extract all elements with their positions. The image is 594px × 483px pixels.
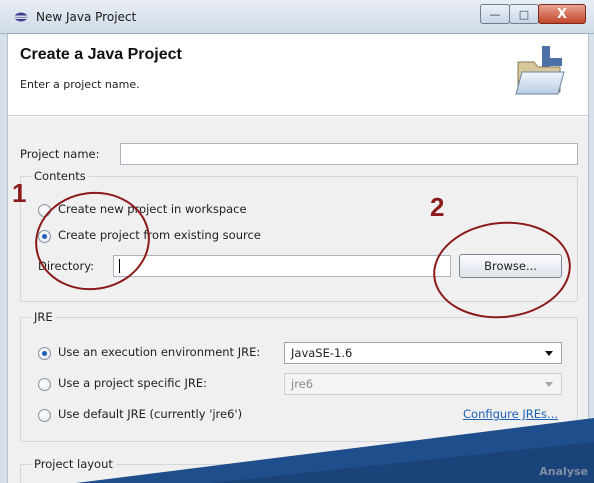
window-title: New Java Project [36, 10, 137, 24]
project-name-input[interactable] [120, 143, 578, 165]
jre-group: JRE Use an execution environment JRE: Ja… [20, 310, 578, 442]
execution-env-select[interactable]: JavaSE-1.6 [284, 342, 562, 364]
close-button[interactable]: X [538, 4, 586, 24]
window-frame-left [0, 0, 8, 483]
execution-env-value: JavaSE-1.6 [291, 346, 353, 360]
execution-env-radio[interactable] [38, 347, 51, 360]
default-jre-radio[interactable] [38, 409, 51, 422]
project-layout-group: Project layout [20, 457, 578, 483]
annotation-number-one: 1 [12, 178, 27, 208]
annotation-number-two: 2 [430, 192, 445, 222]
minimize-button[interactable]: — [480, 4, 510, 24]
chevron-down-icon [545, 351, 553, 356]
page-title: Create a Java Project [20, 46, 182, 63]
specific-jre-radio[interactable] [38, 378, 51, 391]
chevron-down-icon [545, 382, 553, 387]
maximize-button[interactable]: □ [509, 4, 539, 24]
jre-group-title: JRE [31, 310, 56, 324]
project-layout-title: Project layout [31, 457, 116, 471]
execution-env-label[interactable]: Use an execution environment JRE: [58, 345, 260, 359]
configure-jres-link[interactable]: Configure JREs... [463, 407, 558, 421]
window-controls: — □ X [480, 4, 586, 24]
specific-jre-select[interactable]: jre6 [284, 373, 562, 395]
directory-input[interactable] [113, 255, 451, 277]
title-bar: New Java Project — □ X [0, 0, 594, 34]
contents-group-title: Contents [31, 169, 89, 183]
default-jre-label[interactable]: Use default JRE (currently 'jre6') [58, 407, 242, 421]
project-name-label: Project name: [20, 147, 100, 161]
window-frame-right [588, 0, 594, 483]
wizard-header: Create a Java Project Enter a project na… [8, 34, 588, 116]
specific-jre-label[interactable]: Use a project specific JRE: [58, 376, 207, 390]
specific-jre-value: jre6 [291, 377, 314, 391]
watermark-text: Analyse [539, 465, 588, 478]
page-description: Enter a project name. [20, 78, 140, 91]
java-folder-icon [515, 46, 565, 95]
eclipse-icon [14, 12, 28, 22]
